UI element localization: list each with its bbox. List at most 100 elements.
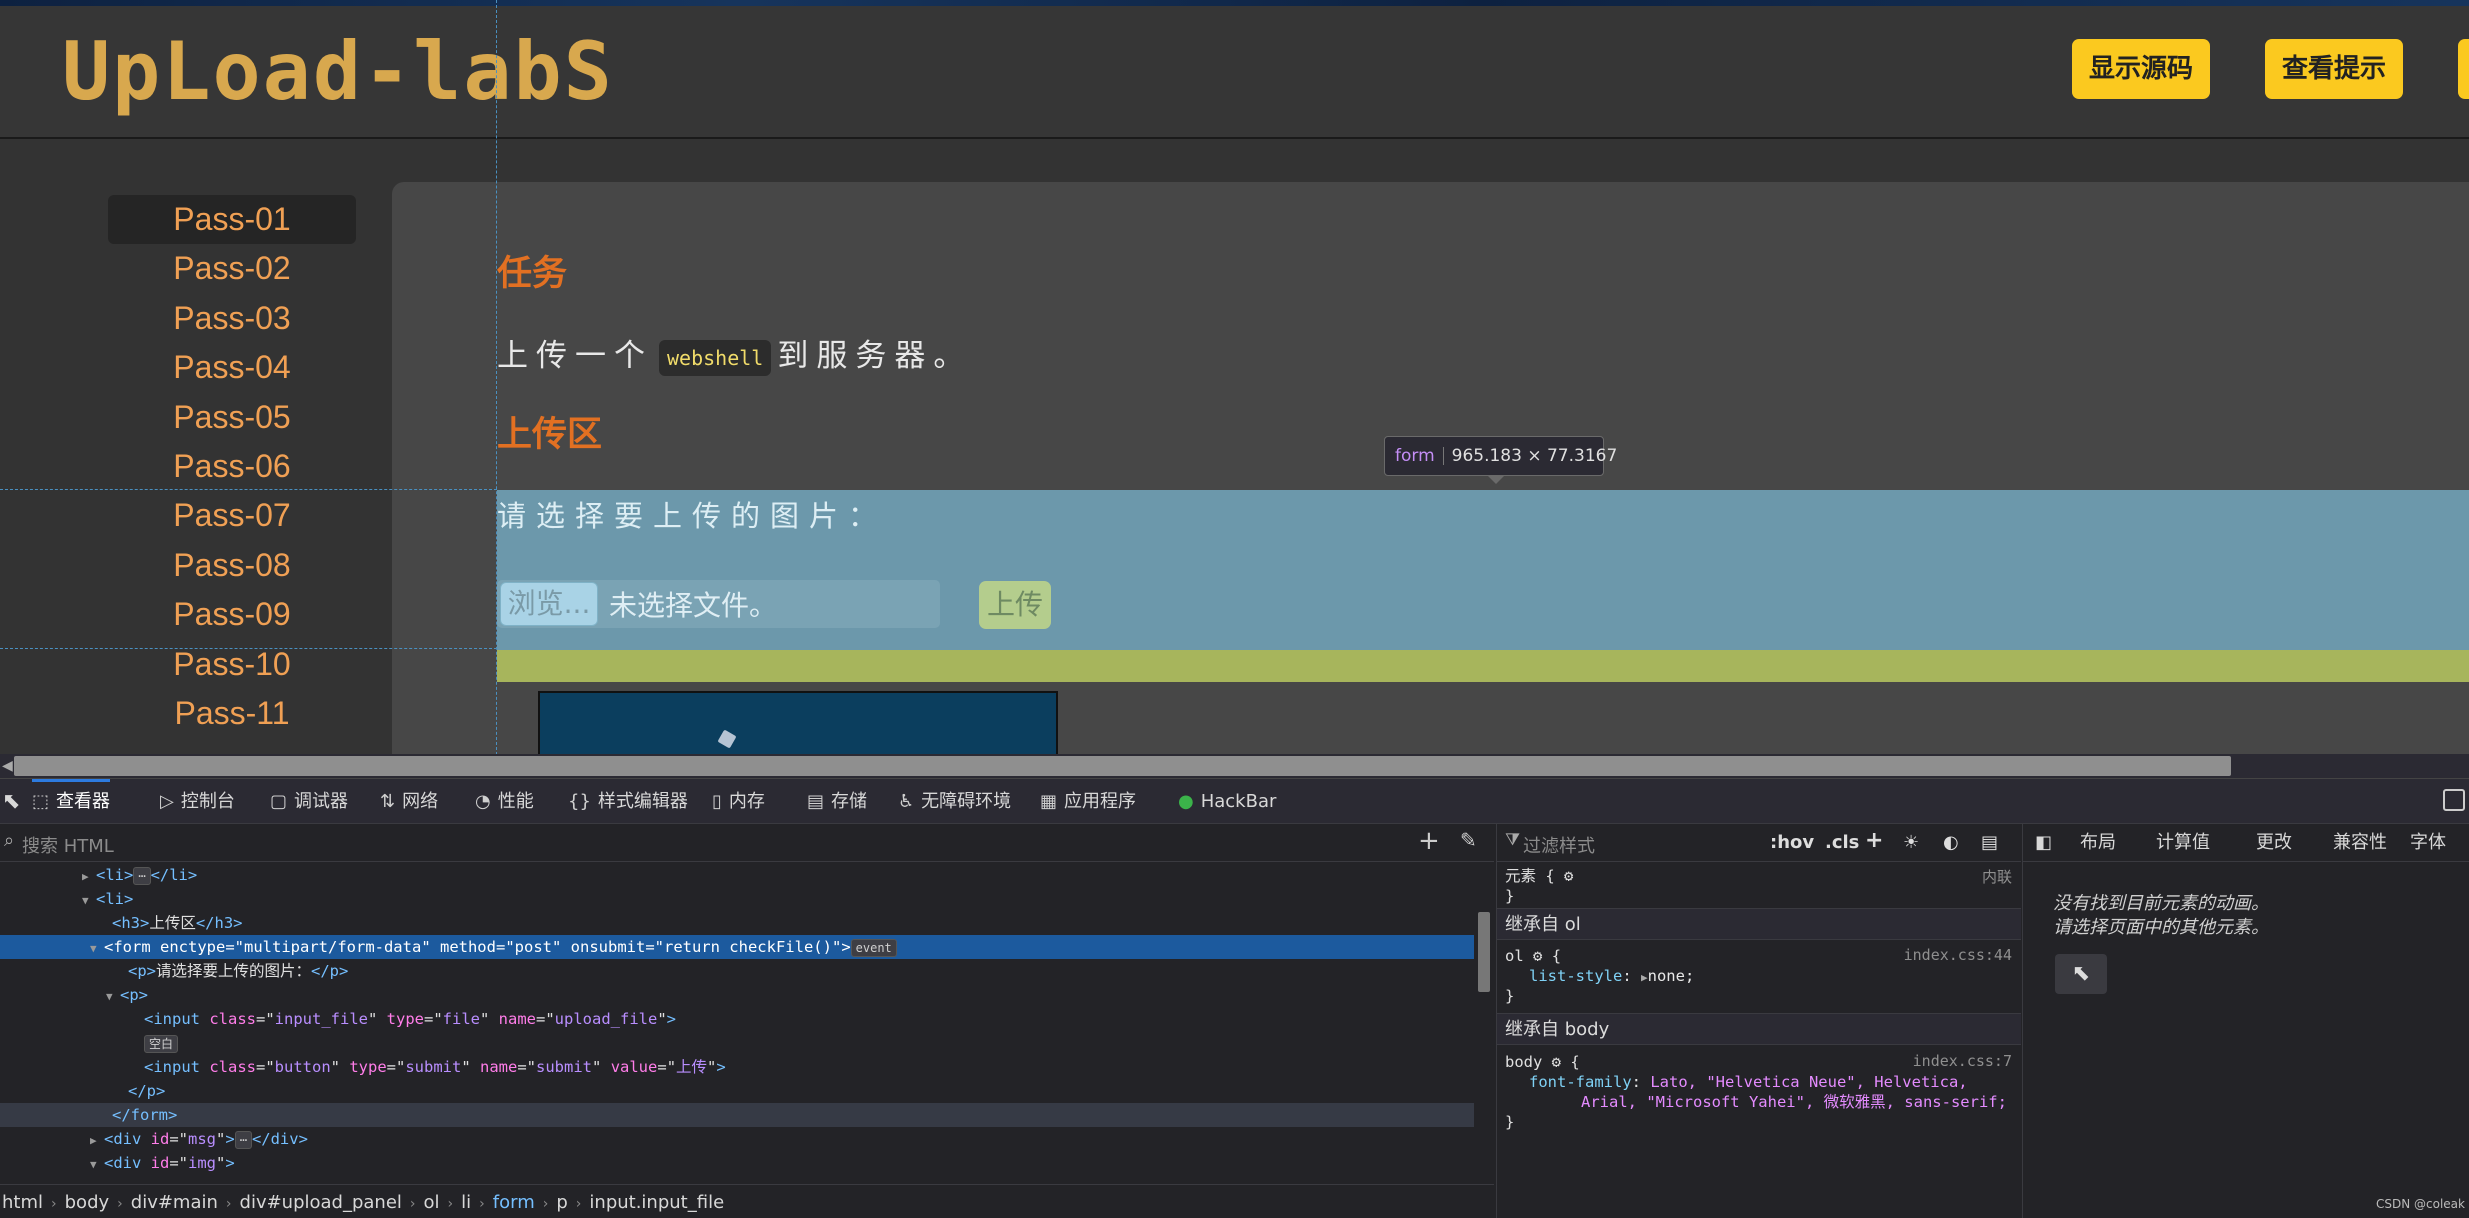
html-vertical-scrollbar[interactable] <box>1474 862 1494 1175</box>
nav-item[interactable]: Pass-04 <box>108 343 356 392</box>
nav-item[interactable]: Pass-02 <box>108 244 356 293</box>
markup-line[interactable]: <input class="button" type="submit" name… <box>0 1055 1474 1079</box>
eyedropper-icon[interactable]: ✎ <box>1460 828 1477 852</box>
markup-badge[interactable]: ⋯ <box>234 1130 252 1149</box>
dark-mode-icon[interactable]: ◐ <box>1943 832 1959 853</box>
hov-toggle[interactable]: :hov <box>1770 832 1814 853</box>
browse-button[interactable]: 浏览... <box>500 582 598 626</box>
site-logo[interactable]: UpLoad-labS <box>62 32 614 112</box>
markup-line[interactable]: ▼ <p> <box>0 983 1474 1007</box>
markup-line[interactable]: <p>请选择要上传的图片：</p> <box>0 959 1474 983</box>
html-scroll-thumb[interactable] <box>1478 912 1490 992</box>
horizontal-scrollbar[interactable]: ◀ <box>0 754 2469 778</box>
markup-token: <input <box>144 1058 210 1076</box>
sidebar-tab[interactable]: 字体 <box>2410 824 2446 862</box>
add-node-icon[interactable]: + <box>1418 826 1440 856</box>
body-rule-source[interactable]: index.css:7 <box>1913 1052 2012 1070</box>
nav-item[interactable]: Pass-05 <box>108 393 356 442</box>
markup-line[interactable]: ▼ <div id="img"> <box>0 1151 1474 1175</box>
nav-item[interactable]: Pass-06 <box>108 442 356 491</box>
expand-toggle-icon[interactable]: ▼ <box>106 985 120 1009</box>
pick-element-button[interactable]: ⬉ <box>2055 954 2107 994</box>
sidebar-tab[interactable]: 布局 <box>2080 824 2116 862</box>
breadcrumb-item[interactable]: body <box>65 1192 110 1213</box>
html-search-bar: ⌕ 搜索 HTML + ✎ <box>0 824 1494 862</box>
add-rule-button[interactable]: + <box>1865 828 1883 853</box>
breadcrumb-item[interactable]: html <box>2 1192 43 1213</box>
nav-item[interactable]: Pass-10 <box>108 640 356 689</box>
nav-item[interactable]: Pass-09 <box>108 590 356 639</box>
breadcrumb-item[interactable]: ol <box>424 1192 440 1213</box>
markup-badge[interactable]: 空白 <box>144 1034 179 1053</box>
markup-line[interactable]: ▶ <li> ⋯ </li> <box>0 863 1474 887</box>
markup-line[interactable]: </p> <box>0 1079 1474 1103</box>
breadcrumb-item[interactable]: input.input_file <box>589 1192 724 1213</box>
nav-item[interactable]: Pass-07 <box>108 491 356 540</box>
nav-item[interactable]: Pass-01 <box>108 195 356 245</box>
breadcrumb-item[interactable]: div#main <box>131 1192 218 1213</box>
dock-side-icon[interactable] <box>2443 789 2465 811</box>
nav-item[interactable]: Pass-11 <box>108 689 356 738</box>
markup-badge[interactable]: event <box>850 938 897 957</box>
markup-line[interactable]: </form> <box>0 1103 1474 1127</box>
tab-storage[interactable]: ▤ 存储 <box>807 779 867 824</box>
markup-token: upload_file <box>554 1010 658 1028</box>
sidebar-tab[interactable]: 计算值 <box>2156 824 2210 862</box>
element-rule-gear-icon[interactable]: ⚙ <box>1564 867 1573 885</box>
markup-line[interactable]: 空白 <box>0 1031 1474 1055</box>
upload-button[interactable]: 上传 <box>979 581 1051 629</box>
tab-hackbar[interactable]: ● HackBar <box>1178 779 1276 824</box>
body-declaration[interactable]: font-family: Lato, "Helvetica Neue", Hel… <box>1529 1072 1968 1092</box>
ol-rule-source[interactable]: index.css:44 <box>1904 946 2012 964</box>
tab-inspector[interactable]: ⬚ 查看器 <box>32 779 111 824</box>
header-extra-button[interactable] <box>2458 39 2469 99</box>
markup-line[interactable]: ▼ <li> <box>0 887 1474 911</box>
markup-line[interactable]: ▶ <div id="msg"> ⋯ </div> <box>0 1127 1474 1151</box>
scrollbar-thumb[interactable] <box>14 756 2231 776</box>
sidebar-tab[interactable]: 更改 <box>2256 824 2292 862</box>
ol-value: none; <box>1647 967 1695 985</box>
style-editor-icon: {} <box>568 791 591 812</box>
scroll-left-icon[interactable]: ◀ <box>2 758 13 774</box>
body-gear-icon[interactable]: ⚙ <box>1552 1053 1561 1071</box>
element-picker-icon[interactable]: ⬉ <box>2 779 20 824</box>
tab-memory[interactable]: ▯ 内存 <box>712 779 765 824</box>
filter-styles-input[interactable]: 过滤样式 <box>1523 832 1595 858</box>
markup-token: 上传区 <box>149 914 196 932</box>
ol-rule-close: } <box>1505 987 1515 1005</box>
view-hint-button[interactable]: 查看提示 <box>2265 39 2404 99</box>
tab-console[interactable]: ▷ 控制台 <box>160 779 235 824</box>
markup-line[interactable]: <h3>上传区</h3> <box>0 911 1474 935</box>
html-search-input[interactable]: 搜索 HTML <box>22 832 114 858</box>
cls-toggle[interactable]: .cls <box>1825 832 1859 853</box>
tab-debugger[interactable]: ▢ 调试器 <box>270 779 348 824</box>
breadcrumb-item[interactable]: p <box>556 1192 567 1213</box>
markup-line[interactable]: <input class="input_file" type="file" na… <box>0 1007 1474 1031</box>
tab-performance[interactable]: ◔ 性能 <box>475 779 534 824</box>
expand-toggle-icon[interactable]: ▶ <box>90 1129 104 1153</box>
markup-line[interactable]: ▼ <form enctype="multipart/form-data" met… <box>0 935 1474 959</box>
tab-style-editor[interactable]: {} 样式编辑器 <box>568 779 688 824</box>
ol-declaration[interactable]: list-style: ▶none; <box>1529 966 1694 988</box>
show-source-button[interactable]: 显示源码 <box>2072 39 2211 99</box>
expand-toggle-icon[interactable]: ▼ <box>82 889 96 913</box>
expand-toggle-icon[interactable]: ▼ <box>90 1153 104 1177</box>
nav-item[interactable]: Pass-03 <box>108 294 356 343</box>
ol-gear-icon[interactable]: ⚙ <box>1533 947 1542 965</box>
toggle-sidebar-icon[interactable]: ◧ <box>2035 824 2052 862</box>
breadcrumb-item[interactable]: li <box>461 1192 471 1213</box>
tab-application[interactable]: ▦ 应用程序 <box>1040 779 1136 824</box>
breadcrumb-item[interactable]: div#upload_panel <box>240 1192 402 1213</box>
light-mode-icon[interactable]: ☀ <box>1903 832 1919 853</box>
markup-badge[interactable]: ⋯ <box>133 866 151 885</box>
tab-network[interactable]: ⇅ 网络 <box>380 779 438 824</box>
print-media-icon[interactable]: ▤ <box>1981 832 1998 853</box>
tab-accessibility[interactable]: ♿ 无障碍环境 <box>898 779 1011 824</box>
breadcrumb-item[interactable]: form <box>493 1192 535 1213</box>
sidebar-tab[interactable]: 兼容性 <box>2333 824 2387 862</box>
markup-token: multipart/form-data <box>244 938 422 956</box>
expand-toggle-icon[interactable]: ▼ <box>90 937 104 961</box>
expand-toggle-icon[interactable]: ▶ <box>82 865 96 889</box>
nav-item[interactable]: Pass-08 <box>108 541 356 590</box>
markup-token: =" <box>256 1058 275 1076</box>
